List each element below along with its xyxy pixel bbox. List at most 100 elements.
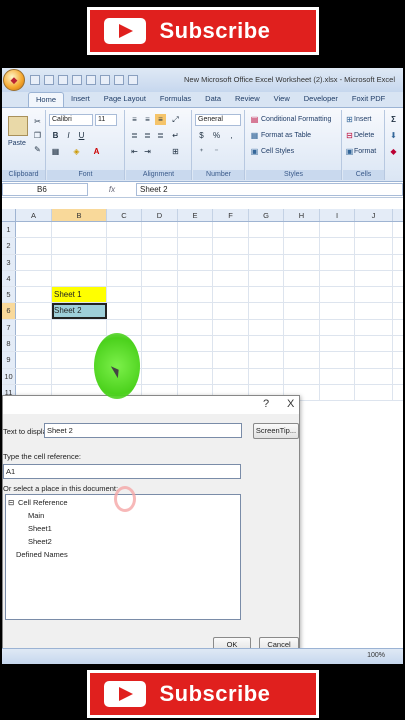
column-header-i[interactable]: I (320, 209, 355, 221)
row-header-7[interactable]: 7 (2, 319, 16, 336)
bold-button[interactable]: B (50, 130, 61, 141)
align-bottom-icon[interactable]: ≡ (155, 114, 166, 125)
cell-f10[interactable] (213, 368, 249, 384)
cell-b5[interactable]: Sheet 1 (52, 287, 107, 303)
column-header-g[interactable]: G (249, 209, 284, 221)
undo-icon[interactable] (44, 75, 54, 85)
formula-input[interactable]: Sheet 2 (136, 183, 403, 196)
cell-j4[interactable] (355, 270, 393, 287)
font-size-select[interactable]: 11 (95, 114, 117, 126)
cell-b2[interactable] (52, 238, 107, 254)
row-header-9[interactable]: 9 (2, 352, 16, 368)
redo-icon[interactable] (58, 75, 68, 85)
select-all-corner[interactable] (2, 209, 16, 221)
cell-e7[interactable] (178, 319, 213, 336)
cell-j1[interactable] (355, 222, 393, 238)
tab-page-layout[interactable]: Page Layout (97, 92, 153, 107)
cell-e2[interactable] (178, 238, 213, 254)
cell-e10[interactable] (178, 368, 213, 384)
tab-formulas[interactable]: Formulas (153, 92, 198, 107)
cell-c4[interactable] (107, 270, 142, 287)
cell-g9[interactable] (249, 352, 284, 368)
cell-a9[interactable] (16, 352, 52, 368)
cell-b6[interactable]: Sheet 2 (52, 303, 107, 319)
font-color-button[interactable]: A (91, 146, 102, 157)
cell-a10[interactable] (16, 368, 52, 384)
cell-a2[interactable] (16, 238, 52, 254)
cell-b3[interactable] (52, 254, 107, 270)
cell-b1[interactable] (52, 222, 107, 238)
cell-c1[interactable] (107, 222, 142, 238)
cell-i4[interactable] (320, 270, 355, 287)
zoom-level[interactable]: 100% (367, 652, 385, 659)
tab-view[interactable]: View (267, 92, 297, 107)
paste-label[interactable]: Paste (8, 140, 26, 147)
cell-j3[interactable] (355, 254, 393, 270)
cell-h4[interactable] (284, 270, 320, 287)
column-header-h[interactable]: H (284, 209, 320, 221)
cut-icon[interactable]: ✂ (32, 116, 43, 127)
tree-collapse-icon[interactable]: ⊟ (8, 498, 14, 507)
cell-d1[interactable] (142, 222, 178, 238)
cell-i9[interactable] (320, 352, 355, 368)
cell-i3[interactable] (320, 254, 355, 270)
cell-f6[interactable] (213, 303, 249, 319)
cell-j6[interactable] (355, 303, 393, 319)
row-header-6[interactable]: 6 (2, 303, 16, 319)
cell-h2[interactable] (284, 238, 320, 254)
column-header-a[interactable]: A (16, 209, 52, 221)
autosum-button[interactable]: Σ (388, 114, 399, 125)
cell-i6[interactable] (320, 303, 355, 319)
cell-h9[interactable] (284, 352, 320, 368)
align-center-icon[interactable]: ≣ (142, 130, 153, 141)
cell-i2[interactable] (320, 238, 355, 254)
cell-i10[interactable] (320, 368, 355, 384)
cell-d7[interactable] (142, 319, 178, 336)
cell-e9[interactable] (178, 352, 213, 368)
open-icon[interactable] (72, 75, 82, 85)
cell-f8[interactable] (213, 336, 249, 352)
conditional-formatting-button[interactable]: Conditional Formatting (261, 116, 331, 123)
cell-h6[interactable] (284, 303, 320, 319)
cell-g5[interactable] (249, 287, 284, 303)
cell-reference-input[interactable]: A1 (3, 464, 241, 479)
column-header-d[interactable]: D (142, 209, 178, 221)
cell-f1[interactable] (213, 222, 249, 238)
cell-j7[interactable] (355, 319, 393, 336)
align-middle-icon[interactable]: ≡ (142, 114, 153, 125)
merge-center-icon[interactable]: ⊞ (170, 146, 181, 157)
cell-e6[interactable] (178, 303, 213, 319)
cell-d5[interactable] (142, 287, 178, 303)
align-top-icon[interactable]: ≡ (129, 114, 140, 125)
tab-developer[interactable]: Developer (297, 92, 345, 107)
fill-icon[interactable]: ⬇ (388, 130, 399, 141)
tree-cell-reference[interactable]: Cell Reference (18, 498, 68, 507)
cell-g1[interactable] (249, 222, 284, 238)
cell-j5[interactable] (355, 287, 393, 303)
cell-f4[interactable] (213, 270, 249, 287)
column-header-b[interactable]: B (52, 209, 107, 221)
cell-f2[interactable] (213, 238, 249, 254)
tree-item-main[interactable]: Main (28, 511, 44, 520)
format-as-table-button[interactable]: Format as Table (261, 132, 311, 139)
underline-button[interactable]: U (76, 130, 87, 141)
cell-d3[interactable] (142, 254, 178, 270)
tree-item-sheet1[interactable]: Sheet1 (28, 524, 52, 533)
cell-d8[interactable] (142, 336, 178, 352)
cell-j9[interactable] (355, 352, 393, 368)
cell-d10[interactable] (142, 368, 178, 384)
cell-g6[interactable] (249, 303, 284, 319)
cell-i7[interactable] (320, 319, 355, 336)
screentip-button[interactable]: ScreenTip... (253, 423, 299, 439)
align-right-icon[interactable]: ≣ (155, 130, 166, 141)
cell-i8[interactable] (320, 336, 355, 352)
new-icon[interactable] (86, 75, 96, 85)
cell-c2[interactable] (107, 238, 142, 254)
cell-e4[interactable] (178, 270, 213, 287)
cell-e3[interactable] (178, 254, 213, 270)
cell-h3[interactable] (284, 254, 320, 270)
row-header-5[interactable]: 5 (2, 287, 16, 303)
cell-a1[interactable] (16, 222, 52, 238)
office-button-icon[interactable]: ◆ (3, 69, 25, 91)
decrease-decimal-icon[interactable]: ⁻ (211, 146, 222, 157)
